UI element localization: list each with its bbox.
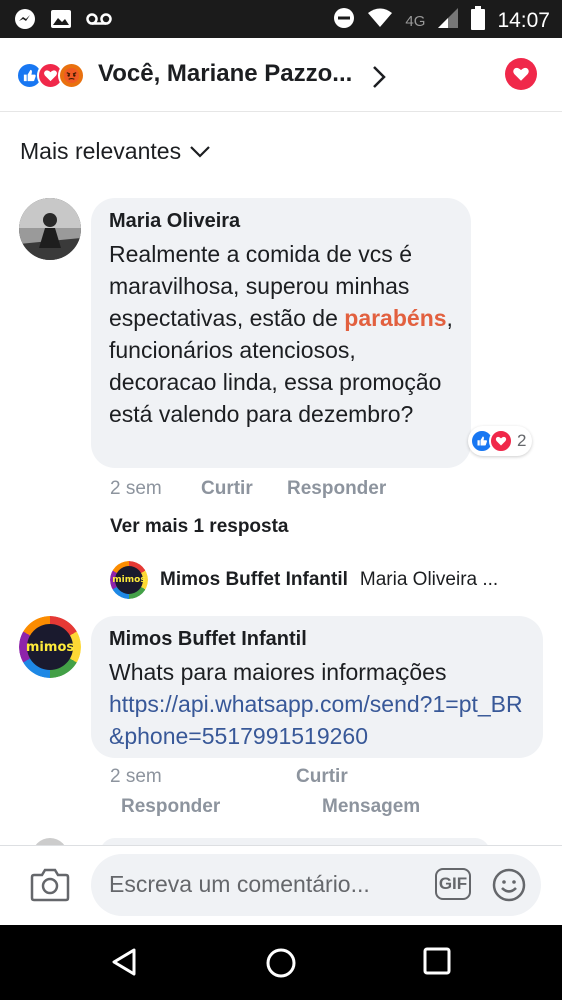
sort-label: Mais relevantes <box>20 138 182 164</box>
comment-input[interactable]: Escreva um comentário... GIF <box>91 854 541 916</box>
back-icon[interactable] <box>110 947 140 982</box>
wifi-icon <box>367 7 393 35</box>
reply-button[interactable]: Responder <box>121 796 220 818</box>
reply-button[interactable]: Responder <box>287 478 386 500</box>
love-react-button[interactable] <box>505 58 537 90</box>
voicemail-icon <box>86 12 112 31</box>
avatar[interactable]: mimos <box>19 616 81 678</box>
reactors-title[interactable]: Você, Mariane Pazzo... <box>98 60 352 88</box>
chevron-down-icon <box>189 138 211 165</box>
comment-author[interactable]: Maria Oliveira <box>109 210 240 233</box>
status-bar: 4G 14:07 <box>0 0 562 38</box>
reply-preview[interactable]: mimos Mimos Buffet Infantil Maria Olivei… <box>110 561 498 599</box>
comment-text: Realmente a comida de vcs é maravilhosa,… <box>109 238 459 430</box>
signal-icon <box>437 7 459 35</box>
avatar[interactable] <box>19 198 81 260</box>
messenger-icon <box>14 8 36 35</box>
reaction-count: 2 <box>517 431 527 450</box>
network-type: 4G <box>405 12 426 30</box>
whatsapp-link[interactable]: https://api.whatsapp.com/send?1=pt_BR&ph… <box>109 688 529 752</box>
reply-text: Maria Oliveira ... <box>359 569 499 590</box>
comment-timestamp: 2 sem <box>110 766 162 787</box>
message-button[interactable]: Mensagem <box>322 796 420 818</box>
comment-author[interactable]: Mimos Buffet Infantil <box>109 628 307 651</box>
comment-placeholder: Escreva um comentário... <box>109 871 370 897</box>
home-icon[interactable] <box>265 947 297 984</box>
battery-icon <box>471 6 486 36</box>
chevron-right-icon[interactable] <box>370 64 388 95</box>
love-reaction-icon <box>489 429 513 453</box>
recents-icon[interactable] <box>423 947 451 980</box>
comment-reaction-count[interactable]: 2 <box>468 426 533 456</box>
comment-bubble[interactable]: Mimos Buffet Infantil Whats para maiores… <box>91 616 543 758</box>
comment-bubble[interactable]: Maria Oliveira Realmente a comida de vcs… <box>91 198 471 468</box>
heart-icon <box>513 67 529 81</box>
camera-icon[interactable] <box>30 866 70 907</box>
sort-dropdown[interactable]: Mais relevantes <box>20 138 211 165</box>
dnd-icon <box>333 7 355 35</box>
emoji-icon[interactable] <box>491 867 527 908</box>
clock: 14:07 <box>497 9 550 32</box>
angry-reaction-icon <box>58 62 85 89</box>
gif-button[interactable]: GIF <box>435 868 471 900</box>
comment-composer: Escreva um comentário... GIF <box>0 845 562 925</box>
comment-timestamp: 2 sem <box>110 478 162 499</box>
comment-text: Whats para maiores informações <box>109 659 447 685</box>
avatar: mimos <box>110 561 148 599</box>
view-more-replies[interactable]: Ver mais 1 resposta <box>110 516 289 538</box>
hashtag-link[interactable]: parabéns <box>344 305 446 331</box>
reply-author: Mimos Buffet Infantil <box>160 569 348 590</box>
like-button[interactable]: Curtir <box>296 766 348 788</box>
system-navigation-bar <box>0 925 562 1000</box>
like-button[interactable]: Curtir <box>201 478 253 500</box>
reactions-header: Você, Mariane Pazzo... <box>0 38 562 112</box>
reaction-summary[interactable] <box>16 62 85 89</box>
gallery-icon <box>50 9 72 34</box>
